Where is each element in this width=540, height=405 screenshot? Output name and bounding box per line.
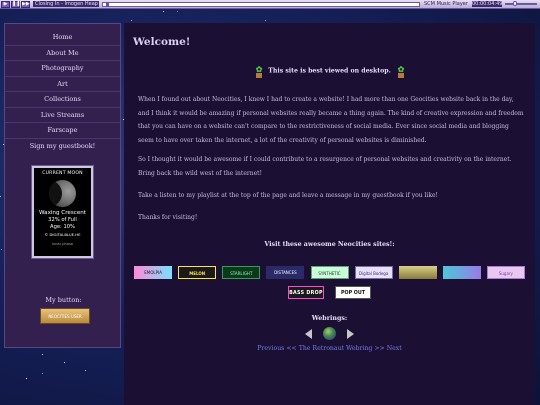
site-badge-6[interactable]: Digital Bodega: [354, 266, 393, 279]
moon-phase-name: Waxing Crescent: [38, 210, 87, 216]
my-button-badge[interactable]: NEOCITIES USER: [40, 308, 90, 324]
star: [26, 378, 27, 379]
star: [177, 11, 178, 12]
nav-photography[interactable]: Photography: [5, 61, 120, 77]
music-player: ▶ ❚❚ ▶▶ Closing In - Imogen Heap SCM Mus…: [0, 0, 540, 9]
star: [42, 373, 43, 374]
webring-separator: >>: [374, 345, 385, 352]
intro-paragraph-3: Take a listen to my playlist at the top …: [138, 192, 438, 199]
nav-farscape[interactable]: Farscape: [5, 123, 120, 139]
player-label: SCM Music Player: [424, 1, 468, 7]
sidebar: Home About Me Photography Art Collection…: [4, 23, 121, 348]
site-badge-pop-out[interactable]: POP OUT: [335, 286, 372, 299]
moon-icon: [49, 180, 76, 207]
volume-slider[interactable]: [504, 1, 537, 6]
site-badge-1[interactable]: EMOLPIA: [134, 266, 173, 279]
star: [163, 11, 164, 12]
visit-sites-heading: Visit these awesome Neocities sites!:: [264, 241, 395, 248]
pause-icon[interactable]: ❚❚: [11, 0, 20, 8]
star: [85, 370, 86, 371]
page-title: Welcome!: [133, 36, 191, 48]
site-badge-9[interactable]: Sugary: [486, 266, 525, 279]
moon-percent-full: 32% of Full: [48, 217, 77, 223]
intro-paragraph-4: Thanks for visiting!: [138, 214, 198, 221]
my-button-label: My button:: [45, 296, 82, 304]
webrings-heading: Webrings:: [311, 315, 348, 322]
sidebar-nav: Home About Me Photography Art Collection…: [5, 30, 120, 154]
seek-knob[interactable]: [106, 1, 110, 7]
next-arrow-icon[interactable]: [347, 328, 355, 339]
star: [265, 20, 266, 21]
webring-links: Previous << The Retronaut Webring >> Nex…: [124, 345, 535, 352]
intro-paragraph-1: When I found out about Neocities, I knew…: [138, 96, 524, 144]
site-badge-8[interactable]: [442, 266, 481, 279]
nav-guestbook[interactable]: Sign my guestbook!: [5, 139, 120, 155]
webring-separator: <<: [286, 345, 297, 352]
best-viewed-notice: ✿ This site is best viewed on desktop. ✿: [124, 64, 535, 78]
moon-age: Age: 10%: [50, 223, 75, 230]
star: [64, 362, 65, 363]
globe-icon[interactable]: [323, 327, 336, 340]
site-badge-5[interactable]: SYNTHETIC: [310, 266, 349, 279]
star: [0, 196, 1, 197]
next-icon[interactable]: ▶▶: [21, 0, 30, 8]
webring-widget: [124, 323, 535, 340]
previous-arrow-icon[interactable]: [304, 328, 312, 339]
site-badge-7[interactable]: [398, 266, 437, 279]
star: [1, 249, 2, 250]
site-badge-4[interactable]: DISTANCES: [266, 266, 305, 279]
player-time: 00:00:04:49: [471, 1, 503, 7]
potted-plant-icon: ✿: [396, 64, 405, 78]
best-viewed-text: This site is best viewed on desktop.: [268, 67, 391, 75]
moon-title: CURRENT MOON: [42, 171, 83, 176]
intro-paragraph-2: So I thought it would be awesome if I co…: [138, 156, 512, 177]
player-track-title: Closing In - Imogen Heap: [33, 1, 99, 7]
webring-previous-link[interactable]: Previous: [257, 345, 284, 352]
webring-next-link[interactable]: Next: [387, 345, 402, 352]
site-badge-bass-drop[interactable]: BASS DROP: [287, 286, 324, 299]
nav-live-streams[interactable]: Live Streams: [5, 108, 120, 123]
moon-phase-widget[interactable]: CURRENT MOON Waxing Crescent 32% of Full…: [31, 165, 94, 259]
potted-plant-icon: ✿: [254, 64, 263, 78]
nav-about-me[interactable]: About Me: [5, 46, 120, 61]
main-content: Welcome! ✿ This site is best viewed on d…: [124, 23, 535, 405]
star: [131, 20, 132, 21]
volume-knob[interactable]: [513, 1, 518, 6]
site-badge-3[interactable]: STARLIGHT: [222, 266, 261, 279]
player-seek-bar[interactable]: [102, 1, 420, 7]
webring-name-link[interactable]: The Retronaut Webring: [299, 345, 373, 352]
nav-home[interactable]: Home: [5, 30, 120, 46]
moon-site: © DIGITALBLUE.HE: [44, 232, 81, 238]
play-icon[interactable]: ▶: [1, 0, 10, 8]
neocities-badges-row-2: BASS DROP POP OUT: [124, 279, 535, 299]
star: [42, 354, 43, 355]
site-badge-2[interactable]: MELON: [178, 266, 217, 279]
nav-collections[interactable]: Collections: [5, 92, 120, 108]
moon-footer: lunar phase: [51, 242, 74, 247]
nav-art[interactable]: Art: [5, 77, 120, 92]
